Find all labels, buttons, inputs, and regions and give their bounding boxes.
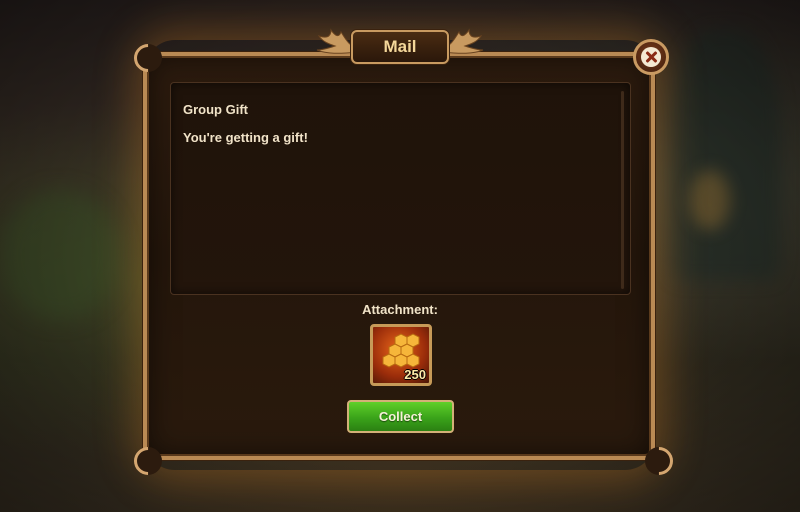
message-scrollbar[interactable] [621,91,624,289]
message-subject: Group Gift [183,102,248,117]
collect-label: Collect [378,409,423,424]
close-button[interactable] [633,39,669,75]
attachment-item[interactable]: 250 [370,324,432,386]
item-count: 250 [404,367,426,382]
dialog-title: Mail [383,37,417,56]
message-body: You're getting a gift! [183,130,308,145]
collect-button[interactable]: Collect [347,400,454,433]
close-icon [641,47,661,67]
message-box: Group Gift You're getting a gift! [170,82,631,295]
attachment-label: Attachment: [362,302,438,317]
honeycomb-icon [382,333,420,368]
title-plate: Mail [351,30,449,64]
